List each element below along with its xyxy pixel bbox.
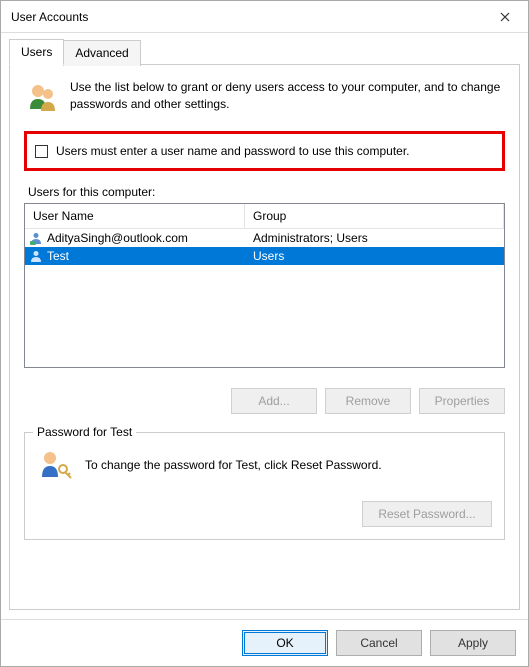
users-list-label: Users for this computer: [28,185,505,199]
apply-button[interactable]: Apply [430,630,516,656]
password-info-row: To change the password for Test, click R… [37,447,492,483]
tabs-strip: Users Advanced [9,39,520,65]
user-icon [29,249,43,263]
cell-username: AdityaSingh@outlook.com [25,231,245,245]
close-icon [500,12,510,22]
column-header-group[interactable]: Group [245,204,504,228]
add-button[interactable]: Add... [231,388,317,414]
properties-button[interactable]: Properties [419,388,505,414]
password-info-text: To change the password for Test, click R… [85,458,382,472]
dialog-footer: OK Cancel Apply [1,619,528,666]
user-buttons-row: Add... Remove Properties [24,388,505,414]
remove-button[interactable]: Remove [325,388,411,414]
apply-button-label: Apply [458,636,488,650]
cell-group: Administrators; Users [245,231,504,245]
cell-group: Users [245,249,504,263]
table-row[interactable]: Test Users [25,247,504,265]
tab-users-label: Users [21,45,52,59]
users-list[interactable]: User Name Group AdityaSingh@outlook.com … [24,203,505,368]
tab-advanced-label: Advanced [75,46,128,60]
list-header: User Name Group [25,204,504,229]
tab-advanced[interactable]: Advanced [63,40,140,66]
require-password-row: Users must enter a user name and passwor… [24,131,505,171]
content-area: Users Advanced Use the list below to gra… [1,33,528,619]
titlebar: User Accounts [1,1,528,33]
remove-button-label: Remove [346,394,391,408]
cancel-button-label: Cancel [360,636,397,650]
close-button[interactable] [482,1,528,33]
add-button-label: Add... [258,394,289,408]
intro-text: Use the list below to grant or deny user… [70,79,505,115]
user-icon [29,231,43,245]
table-row[interactable]: AdityaSingh@outlook.com Administrators; … [25,229,504,247]
tab-users[interactable]: Users [9,39,64,65]
ok-button[interactable]: OK [242,630,328,656]
reset-password-button[interactable]: Reset Password... [362,501,492,527]
require-password-checkbox[interactable] [35,145,48,158]
column-header-username[interactable]: User Name [25,204,245,228]
reset-password-label: Reset Password... [378,507,475,521]
ok-button-label: OK [276,636,293,650]
password-group: Password for Test To change the password… [24,432,505,540]
cell-username: Test [25,249,245,263]
require-password-label: Users must enter a user name and passwor… [56,144,410,158]
window-title: User Accounts [11,10,88,24]
properties-button-label: Properties [435,394,490,408]
user-accounts-window: User Accounts Users Advanced Use the lis… [0,0,529,667]
intro-section: Use the list below to grant or deny user… [24,79,505,115]
key-user-icon [37,447,73,483]
password-group-legend: Password for Test [33,425,136,439]
cancel-button[interactable]: Cancel [336,630,422,656]
username-text: AdityaSingh@outlook.com [47,231,188,245]
tab-panel-users: Use the list below to grant or deny user… [9,64,520,610]
username-text: Test [47,249,69,263]
users-icon [24,79,60,115]
